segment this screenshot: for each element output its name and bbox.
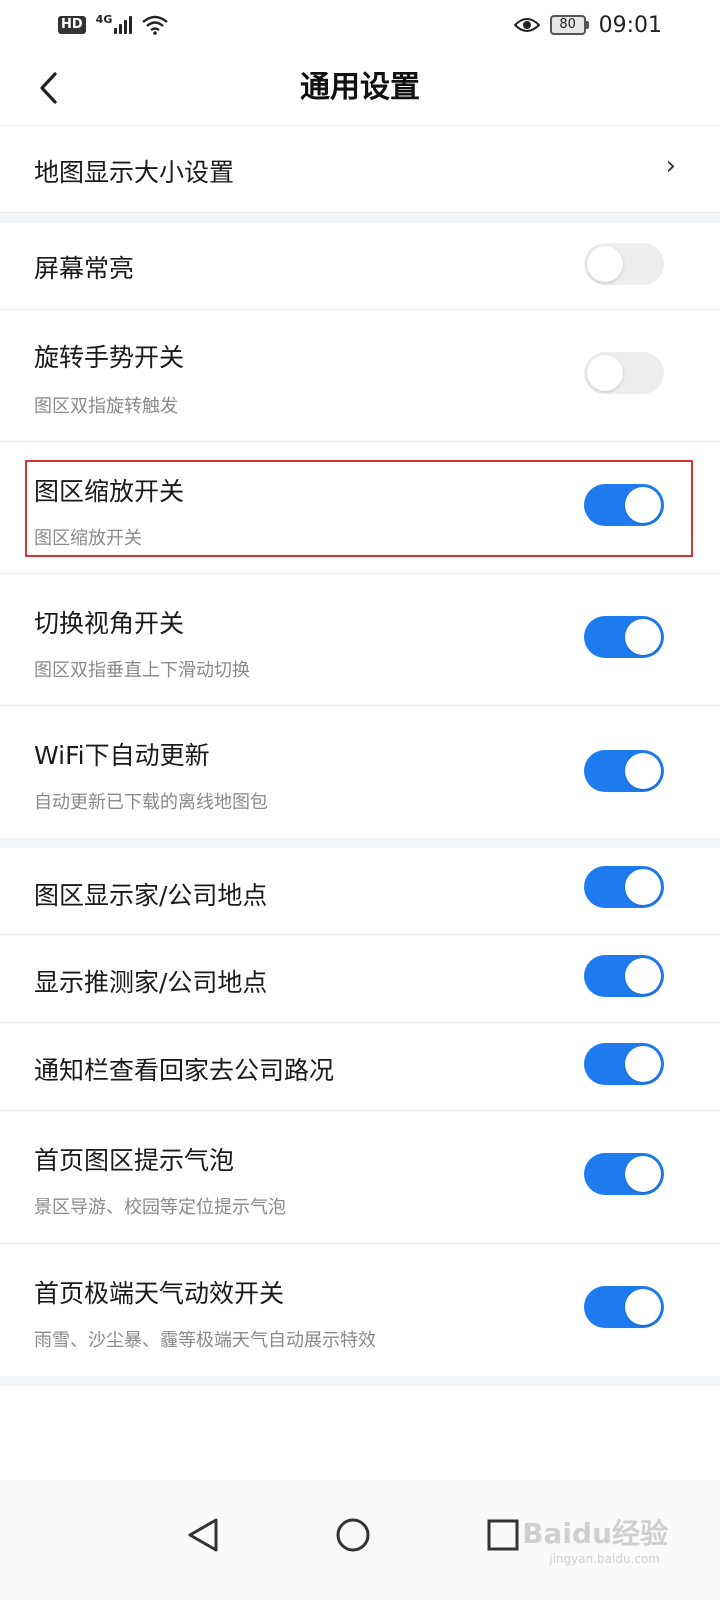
setting-map-display-size[interactable]: 地图显示大小设置 › <box>0 127 720 213</box>
hd-badge: HD <box>58 16 86 34</box>
section-gap <box>0 213 720 223</box>
setting-desc: 图区双指旋转触发 <box>34 396 178 417</box>
setting-desc: 景区导游、校园等定位提示气泡 <box>34 1197 286 1218</box>
setting-desc: 图区缩放开关 <box>34 528 142 549</box>
section-gap <box>0 1376 720 1386</box>
nav-recent-button[interactable] <box>478 1510 528 1560</box>
setting-label: 图区缩放开关 <box>34 477 185 506</box>
setting-wifi-auto-update: WiFi下自动更新 自动更新已下载的离线地图包 <box>0 706 720 838</box>
setting-extreme-weather: 首页极端天气动效开关 雨雪、沙尘暴、霾等极端天气自动展示特效 <box>0 1244 720 1376</box>
watermark-sub: jingyan.baidu.com <box>549 1552 660 1566</box>
setting-map-zoom: 图区缩放开关 图区缩放开关 <box>0 442 720 574</box>
setting-desc: 自动更新已下载的离线地图包 <box>34 792 268 813</box>
setting-screen-always-on: 屏幕常亮 <box>0 223 720 310</box>
setting-label: 地图显示大小设置 <box>34 158 235 187</box>
setting-label: WiFi下自动更新 <box>34 741 210 770</box>
status-right: 80 09:01 <box>513 12 662 38</box>
back-button[interactable] <box>28 68 68 108</box>
homepage-bubble-toggle[interactable] <box>584 1153 664 1195</box>
setting-label: 图区显示家/公司地点 <box>34 881 268 910</box>
header: 通用设置 <box>0 50 720 126</box>
watermark: Baidu经验 <box>522 1517 668 1550</box>
network-type: 4G <box>95 12 113 26</box>
chevron-left-icon <box>40 72 57 104</box>
notification-traffic-toggle[interactable] <box>584 1043 664 1085</box>
setting-switch-view: 切换视角开关 图区双指垂直上下滑动切换 <box>0 574 720 706</box>
setting-label: 切换视角开关 <box>34 609 185 638</box>
map-zoom-toggle[interactable] <box>584 484 664 526</box>
status-left: HD 4G <box>58 12 169 35</box>
nav-home-button[interactable] <box>328 1510 378 1560</box>
setting-label: 显示推测家/公司地点 <box>34 968 268 997</box>
triangle-back-icon <box>188 1518 218 1552</box>
setting-label: 通知栏查看回家去公司路况 <box>34 1056 335 1085</box>
setting-desc: 雨雪、沙尘暴、霾等极端天气自动展示特效 <box>34 1330 376 1351</box>
setting-label: 首页极端天气动效开关 <box>34 1279 285 1308</box>
setting-label: 首页图区提示气泡 <box>34 1146 235 1175</box>
screen-always-on-toggle[interactable] <box>584 243 664 285</box>
extreme-weather-toggle[interactable] <box>584 1286 664 1328</box>
setting-label: 旋转手势开关 <box>34 343 185 372</box>
section-gap <box>0 838 720 848</box>
eye-icon <box>513 16 540 34</box>
setting-homepage-bubble: 首页图区提示气泡 景区导游、校园等定位提示气泡 <box>0 1111 720 1244</box>
setting-predict-home-company: 显示推测家/公司地点 <box>0 935 720 1023</box>
battery-icon: 80 <box>549 15 589 35</box>
setting-rotate-gesture: 旋转手势开关 图区双指旋转触发 <box>0 310 720 442</box>
clock: 09:01 <box>598 12 662 38</box>
wifi-auto-update-toggle[interactable] <box>584 750 664 792</box>
predict-home-company-toggle[interactable] <box>584 955 664 997</box>
square-recent-icon <box>487 1519 519 1551</box>
page-title: 通用设置 <box>300 70 420 105</box>
setting-desc: 图区双指垂直上下滑动切换 <box>34 660 250 681</box>
status-bar: HD 4G 80 09:01 <box>0 0 720 50</box>
nav-back-button[interactable] <box>178 1510 228 1560</box>
circle-home-icon <box>336 1518 370 1552</box>
setting-label: 屏幕常亮 <box>34 254 135 283</box>
wifi-icon <box>142 15 169 35</box>
show-home-company-toggle[interactable] <box>584 866 664 908</box>
rotate-gesture-toggle[interactable] <box>584 352 664 394</box>
battery-level: 80 <box>549 15 586 35</box>
switch-view-toggle[interactable] <box>584 616 664 658</box>
signal-icon <box>114 16 133 34</box>
chevron-right-icon: › <box>665 151 676 181</box>
setting-show-home-company: 图区显示家/公司地点 <box>0 848 720 935</box>
setting-notification-traffic: 通知栏查看回家去公司路况 <box>0 1023 720 1111</box>
